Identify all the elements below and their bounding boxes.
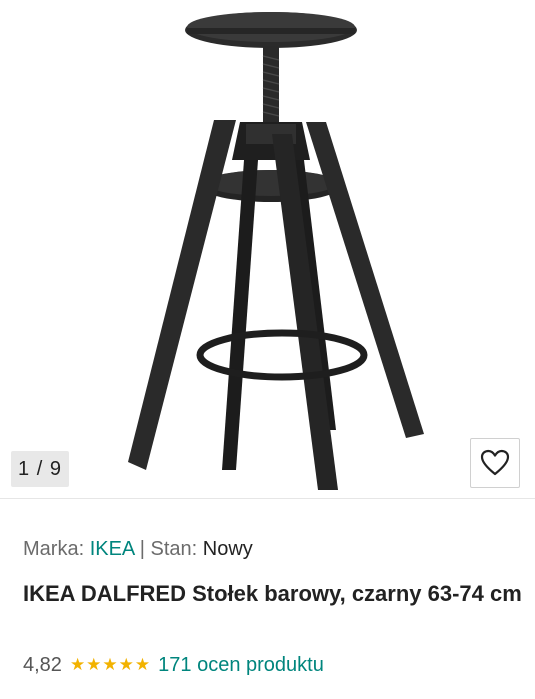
- star-rating-icon: ★★★★★: [69, 655, 152, 674]
- meta-separator: |: [139, 538, 145, 560]
- product-meta: Marka: IKEA | Stan: Nowy: [23, 536, 253, 562]
- condition-label: Stan:: [150, 538, 198, 560]
- reviews-link[interactable]: 171 ocen produktu: [158, 652, 324, 678]
- image-counter: 1 / 9: [11, 451, 69, 487]
- rating-value: 4,82: [23, 654, 62, 676]
- product-image-gallery[interactable]: 1 / 9: [0, 0, 535, 498]
- brand-link[interactable]: IKEA: [90, 538, 134, 560]
- brand-label: Marka:: [23, 538, 85, 560]
- heart-outline-icon: [480, 449, 510, 476]
- product-title: IKEA DALFRED Stołek barowy, czarny 63-74…: [23, 581, 522, 606]
- section-divider: [0, 498, 535, 499]
- rating-row: 4,82 ★★★★★ 171 ocen produktu: [23, 652, 324, 678]
- bar-stool-product-image[interactable]: [0, 0, 535, 498]
- favorite-button[interactable]: [470, 438, 520, 488]
- condition-value: Nowy: [202, 538, 253, 560]
